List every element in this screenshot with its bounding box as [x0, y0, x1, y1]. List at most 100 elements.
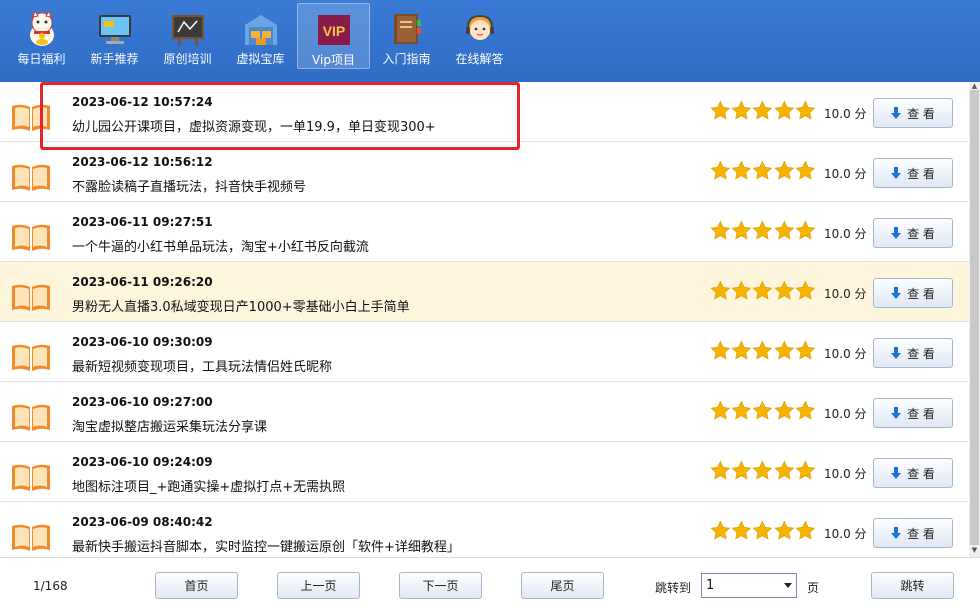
- row-title[interactable]: 淘宝虚拟整店搬运采集玩法分享课: [72, 416, 267, 435]
- toolbar-item-label: Vip项目: [312, 53, 355, 67]
- view-button[interactable]: 查 看: [873, 398, 953, 428]
- star-icon: [795, 160, 816, 180]
- view-button[interactable]: 查 看: [873, 98, 953, 128]
- star-icon: [710, 520, 731, 540]
- chevron-down-icon: [784, 583, 792, 588]
- row-title[interactable]: 最新快手搬运抖音脚本，实时监控一键搬运原创「软件+详细教程」: [72, 536, 460, 555]
- next-page-button[interactable]: 下一页: [399, 572, 482, 599]
- download-arrow-icon: [891, 347, 902, 359]
- jump-page-value: 1: [706, 578, 715, 593]
- chalkboard-icon: [170, 11, 206, 47]
- row-title[interactable]: 男粉无人直播3.0私域变现日产1000+零基础小白上手简单: [72, 296, 410, 315]
- list-item[interactable]: 2023-06-10 09:24:09 地图标注项目_+跑通实操+虚拟打点+无需…: [0, 442, 980, 502]
- scrollbar-thumb[interactable]: [970, 90, 979, 545]
- row-title[interactable]: 地图标注项目_+跑通实操+虚拟打点+无需执照: [72, 476, 345, 495]
- star-icon: [795, 340, 816, 360]
- open-book-icon: [12, 344, 50, 371]
- view-button[interactable]: 查 看: [873, 518, 953, 548]
- list-item[interactable]: 2023-06-12 10:56:12 不露脸读稿子直播玩法，抖音快手视频号 1…: [0, 142, 980, 202]
- star-icon: [731, 400, 752, 420]
- jump-button[interactable]: 跳转: [871, 572, 954, 599]
- open-book-icon: [12, 104, 50, 131]
- toolbar-item-virtual-treasury[interactable]: 虚拟宝库: [224, 3, 297, 69]
- view-button[interactable]: 查 看: [873, 278, 953, 308]
- open-book-icon: [12, 404, 50, 431]
- row-timestamp: 2023-06-11 09:27:51: [72, 215, 213, 229]
- download-arrow-icon: [891, 467, 902, 479]
- scroll-down-arrow-icon[interactable]: ▼: [969, 545, 980, 555]
- row-timestamp: 2023-06-09 08:40:42: [72, 515, 213, 529]
- star-icon: [795, 400, 816, 420]
- row-title[interactable]: 不露脸读稿子直播玩法，抖音快手视频号: [72, 176, 306, 195]
- first-page-button[interactable]: 首页: [155, 572, 238, 599]
- open-book-icon: [12, 524, 50, 551]
- list-item[interactable]: 2023-06-10 09:27:00 淘宝虚拟整店搬运采集玩法分享课 10.0…: [0, 382, 980, 442]
- svg-text:VIP: VIP: [322, 23, 345, 39]
- view-button[interactable]: 查 看: [873, 218, 953, 248]
- rating-stars: [710, 100, 816, 122]
- star-icon: [795, 460, 816, 480]
- rating-stars: [710, 340, 816, 362]
- row-timestamp: 2023-06-10 09:30:09: [72, 335, 213, 349]
- list-item[interactable]: 2023-06-12 10:57:24 幼儿园公开课项目，虚拟资源变现，一单19…: [0, 82, 980, 142]
- toolbar-item-label: 新手推荐: [90, 52, 139, 66]
- view-button[interactable]: 查 看: [873, 158, 953, 188]
- rating-stars: [710, 520, 816, 542]
- star-icon: [710, 220, 731, 240]
- list-item[interactable]: 2023-06-11 09:27:51 一个牛逼的小红书单品玩法，淘宝+小红书反…: [0, 202, 980, 262]
- open-book-icon: [12, 224, 50, 251]
- toolbar-item-daily-welfare[interactable]: 每日福利: [5, 3, 78, 69]
- toolbar-item-label: 在线解答: [455, 52, 504, 66]
- view-button[interactable]: 查 看: [873, 338, 953, 368]
- toolbar-item-vip-projects[interactable]: VIP Vip项目: [297, 3, 370, 69]
- jump-page-select[interactable]: 1: [701, 573, 797, 598]
- star-icon: [752, 220, 773, 240]
- row-title[interactable]: 最新短视频变现项目，工具玩法情侣姓氏昵称: [72, 356, 332, 375]
- star-icon: [710, 280, 731, 300]
- star-icon: [710, 160, 731, 180]
- star-icon: [774, 340, 794, 360]
- list-item[interactable]: 2023-06-09 08:40:42 最新快手搬运抖音脚本，实时监控一键搬运原…: [0, 502, 980, 557]
- row-score: 10.0 分: [824, 467, 867, 481]
- view-button-label: 查 看: [907, 226, 935, 241]
- prev-page-button[interactable]: 上一页: [277, 572, 360, 599]
- view-button-label: 查 看: [907, 286, 935, 301]
- download-arrow-icon: [891, 407, 902, 419]
- row-score: 10.0 分: [824, 107, 867, 121]
- toolbar-item-original-training[interactable]: 原创培训: [151, 3, 224, 69]
- star-icon: [752, 280, 773, 300]
- list-item[interactable]: 2023-06-11 09:26:20 男粉无人直播3.0私域变现日产1000+…: [0, 262, 980, 322]
- star-icon: [731, 520, 752, 540]
- open-book-icon: [12, 164, 50, 191]
- rating-stars: [710, 160, 816, 182]
- row-score: 10.0 分: [824, 527, 867, 541]
- row-score: 10.0 分: [824, 227, 867, 241]
- list-item[interactable]: 2023-06-10 09:30:09 最新短视频变现项目，工具玩法情侣姓氏昵称…: [0, 322, 980, 382]
- star-icon: [774, 160, 794, 180]
- star-icon: [752, 520, 773, 540]
- view-button-label: 查 看: [907, 526, 935, 541]
- download-arrow-icon: [891, 167, 902, 179]
- toolbar-item-getting-started-guide[interactable]: 入门指南: [370, 3, 443, 69]
- rating-stars: [710, 220, 816, 242]
- last-page-button[interactable]: 尾页: [521, 572, 604, 599]
- star-icon: [710, 340, 731, 360]
- open-book-icon: [12, 464, 50, 491]
- toolbar-item-label: 原创培训: [163, 52, 212, 66]
- project-list: 2023-06-12 10:57:24 幼儿园公开课项目，虚拟资源变现，一单19…: [0, 82, 980, 557]
- scroll-up-arrow-icon[interactable]: ▲: [969, 82, 980, 90]
- star-icon: [774, 280, 794, 300]
- vertical-scrollbar[interactable]: ▲ ▼: [969, 82, 980, 557]
- star-icon: [774, 220, 794, 240]
- guide-book-icon: [389, 11, 425, 47]
- row-title[interactable]: 幼儿园公开课项目，虚拟资源变现，一单19.9，单日变现300+: [72, 116, 436, 135]
- view-button-label: 查 看: [907, 466, 935, 481]
- star-icon: [774, 460, 794, 480]
- row-title[interactable]: 一个牛逼的小红书单品玩法，淘宝+小红书反向截流: [72, 236, 369, 255]
- row-score: 10.0 分: [824, 347, 867, 361]
- toolbar-item-new-user-recommend[interactable]: 新手推荐: [78, 3, 151, 69]
- toolbar-item-online-support[interactable]: 在线解答: [443, 3, 516, 69]
- view-button[interactable]: 查 看: [873, 458, 953, 488]
- star-icon: [752, 460, 773, 480]
- row-score: 10.0 分: [824, 167, 867, 181]
